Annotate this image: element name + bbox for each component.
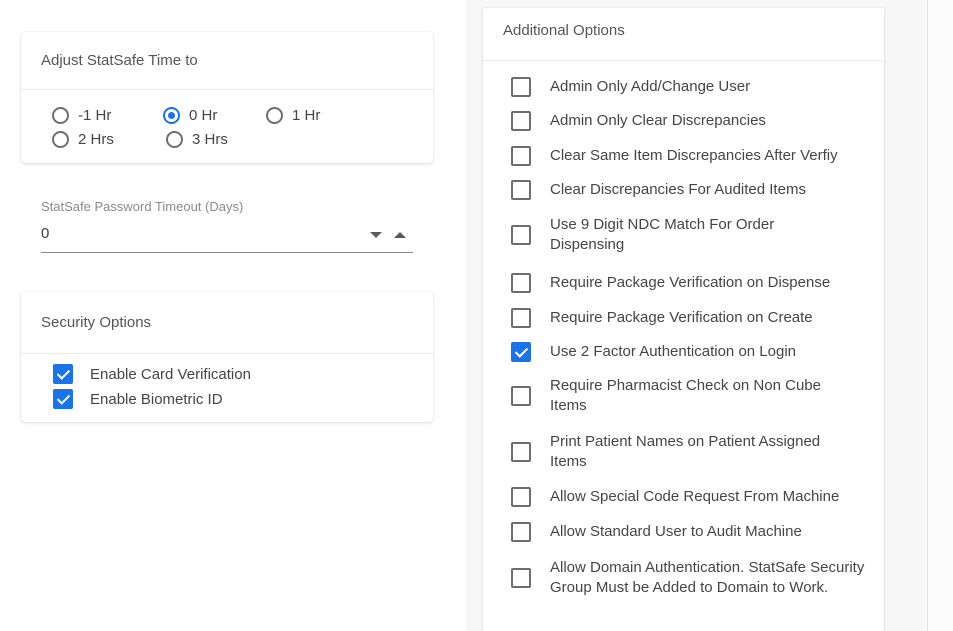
- option-pharmacist-check[interactable]: Require Pharmacist Check on Non Cube Ite…: [511, 376, 879, 416]
- option-checkbox[interactable]: [511, 386, 531, 406]
- radio-button[interactable]: [266, 107, 283, 124]
- option-label: Require Pharmacist Check on Non Cube Ite…: [550, 377, 821, 414]
- radio-1-hr[interactable]: 1 Hr: [266, 107, 320, 124]
- radio-button-selected[interactable]: [163, 107, 180, 124]
- option-checkbox[interactable]: [511, 77, 531, 97]
- option-label: Admin Only Clear Discrepancies: [550, 112, 766, 129]
- card-verification-option[interactable]: Enable Card Verification: [53, 364, 251, 384]
- right-edge-strip: [927, 0, 953, 631]
- radio-label: -1 Hr: [78, 107, 112, 124]
- settings-page: Adjust StatSafe Time to -1 Hr 0 Hr 1 Hr …: [0, 0, 953, 631]
- option-label: Require Package Verification on Dispense: [550, 274, 831, 291]
- option-9-digit-ndc-match[interactable]: Use 9 Digit NDC Match For Order Dispensi…: [511, 215, 879, 255]
- left-column: Adjust StatSafe Time to -1 Hr 0 Hr 1 Hr …: [0, 0, 466, 631]
- option-package-verification-create[interactable]: Require Package Verification on Create: [511, 308, 879, 328]
- biometric-id-option[interactable]: Enable Biometric ID: [53, 389, 223, 409]
- card-verification-label: Enable Card Verification: [90, 365, 251, 383]
- option-admin-clear-discrepancies[interactable]: Admin Only Clear Discrepancies: [511, 111, 879, 131]
- password-timeout-field[interactable]: StatSafe Password Timeout (Days) 0: [41, 196, 413, 254]
- option-clear-audited-discrepancies[interactable]: Clear Discrepancies For Audited Items: [511, 180, 879, 200]
- biometric-id-label: Enable Biometric ID: [90, 390, 223, 408]
- option-label: Allow Special Code Request From Machine: [550, 488, 840, 505]
- option-checkbox[interactable]: [511, 111, 531, 131]
- option-label: Admin Only Add/Change User: [550, 78, 751, 95]
- option-checkbox[interactable]: [511, 180, 531, 200]
- radio-button[interactable]: [52, 107, 69, 124]
- card-verification-checkbox[interactable]: [53, 364, 73, 384]
- field-underline: [41, 252, 413, 253]
- option-label: Allow Standard User to Audit Machine: [550, 523, 802, 540]
- divider: [483, 60, 884, 61]
- radio-label: 0 Hr: [189, 107, 218, 124]
- additional-options-panel: Additional Options Admin Only Add/Change…: [483, 8, 884, 631]
- option-admin-add-change-user[interactable]: Admin Only Add/Change User: [511, 77, 879, 97]
- additional-options-title: Additional Options: [503, 22, 625, 39]
- option-special-code-request[interactable]: Allow Special Code Request From Machine: [511, 487, 879, 507]
- option-label: Print Patient Names on Patient Assigned …: [550, 433, 821, 470]
- option-checkbox[interactable]: [511, 273, 531, 293]
- option-checkbox[interactable]: [511, 487, 531, 507]
- option-2-factor-authentication[interactable]: Use 2 Factor Authentication on Login: [511, 342, 879, 362]
- biometric-id-checkbox[interactable]: [53, 389, 73, 409]
- option-label: Use 2 Factor Authentication on Login: [550, 343, 796, 360]
- option-checkbox[interactable]: [511, 568, 531, 588]
- option-domain-authentication[interactable]: Allow Domain Authentication. StatSafe Se…: [511, 558, 879, 598]
- option-label: Use 9 Digit NDC Match For Order Dispensi…: [550, 216, 775, 253]
- option-label: Clear Discrepancies For Audited Items: [550, 181, 806, 198]
- option-label: Clear Same Item Discrepancies After Verf…: [550, 147, 838, 164]
- radio-2-hrs[interactable]: 2 Hrs: [52, 131, 114, 148]
- increment-arrow-icon[interactable]: [394, 232, 406, 238]
- radio-label: 1 Hr: [292, 107, 321, 124]
- option-label: Allow Domain Authentication. StatSafe Se…: [550, 559, 865, 596]
- option-checkbox[interactable]: [511, 308, 531, 328]
- option-standard-user-audit[interactable]: Allow Standard User to Audit Machine: [511, 522, 879, 542]
- radio-button[interactable]: [166, 131, 183, 148]
- option-clear-same-item-discrepancies[interactable]: Clear Same Item Discrepancies After Verf…: [511, 146, 879, 166]
- security-options-card: Security Options Enable Card Verificatio…: [21, 292, 433, 422]
- option-checkbox[interactable]: [511, 442, 531, 462]
- radio-label: 2 Hrs: [78, 131, 114, 148]
- radio-0-hr[interactable]: 0 Hr: [163, 107, 217, 124]
- option-label: Require Package Verification on Create: [550, 309, 813, 326]
- password-timeout-label: StatSafe Password Timeout (Days): [41, 199, 244, 214]
- decrement-arrow-icon[interactable]: [370, 232, 382, 238]
- security-options-title: Security Options: [21, 292, 433, 354]
- radio-label: 3 Hrs: [192, 131, 228, 148]
- option-checkbox[interactable]: [511, 225, 531, 245]
- password-timeout-value[interactable]: 0: [41, 225, 49, 242]
- option-checkbox[interactable]: [511, 522, 531, 542]
- radio-3-hrs[interactable]: 3 Hrs: [166, 131, 228, 148]
- adjust-time-card: Adjust StatSafe Time to -1 Hr 0 Hr 1 Hr …: [21, 32, 433, 163]
- option-print-patient-names[interactable]: Print Patient Names on Patient Assigned …: [511, 432, 879, 472]
- adjust-time-title: Adjust StatSafe Time to: [21, 32, 433, 90]
- option-checkbox-checked[interactable]: [511, 342, 531, 362]
- option-checkbox[interactable]: [511, 146, 531, 166]
- option-package-verification-dispense[interactable]: Require Package Verification on Dispense: [511, 273, 879, 293]
- radio-button[interactable]: [52, 131, 69, 148]
- radio-minus-1-hr[interactable]: -1 Hr: [52, 107, 111, 124]
